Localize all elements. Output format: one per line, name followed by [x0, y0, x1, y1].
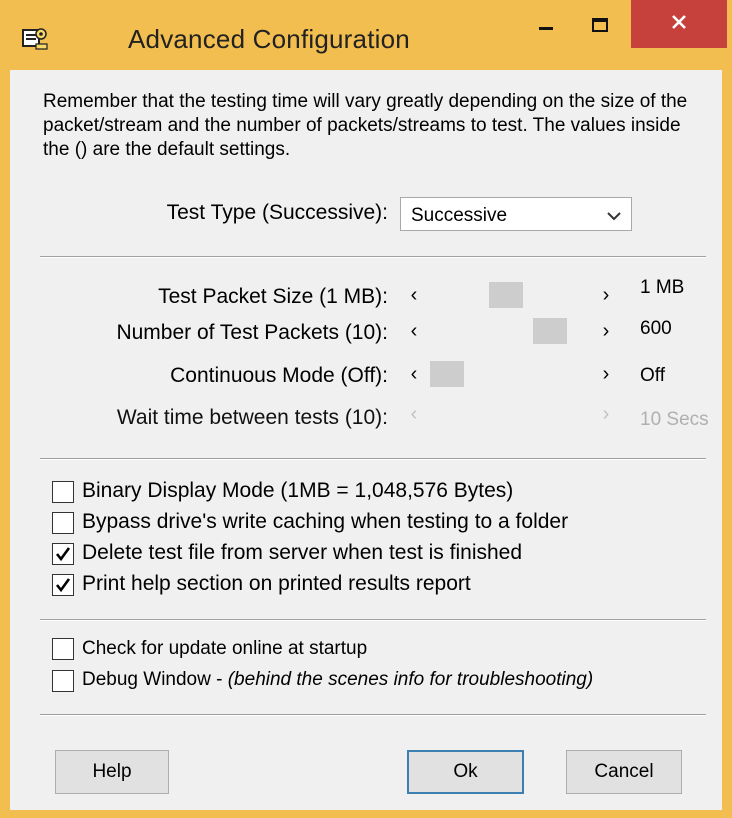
chevron-down-icon	[607, 208, 621, 221]
window-title: Advanced Configuration	[128, 24, 410, 54]
minimize-button[interactable]	[520, 0, 572, 54]
packet-count-scrollbar[interactable]: ‹ ›	[404, 318, 616, 344]
cancel-button[interactable]: Cancel	[566, 750, 682, 794]
debug-window-label: Debug Window - (behind the scenes info f…	[82, 669, 593, 691]
scroll-thumb[interactable]	[430, 361, 464, 387]
dialog-client-area	[10, 70, 722, 810]
print-help-label: Print help section on printed results re…	[82, 572, 471, 595]
bypass-caching-label: Bypass drive's write caching when testin…	[82, 510, 569, 533]
maximize-icon	[592, 17, 608, 37]
scroll-left-icon[interactable]: ‹	[404, 282, 424, 308]
scroll-left-icon[interactable]: ‹	[404, 318, 424, 344]
packet-size-label: Test Packet Size (1 MB):	[158, 285, 388, 308]
check-update-label: Check for update online at startup	[82, 638, 368, 659]
debug-window-note: (behind the scenes info for troubleshoot…	[227, 669, 594, 690]
packet-count-label: Number of Test Packets (10):	[116, 321, 388, 344]
scroll-left-icon: ‹	[410, 402, 418, 425]
binary-display-label: Binary Display Mode (1MB = 1,048,576 Byt…	[82, 479, 514, 502]
intro-text: Remember that the testing time will vary…	[43, 91, 688, 160]
scroll-right-icon[interactable]: ›	[596, 361, 616, 387]
continuous-mode-scrollbar[interactable]: ‹ ›	[404, 361, 616, 387]
wait-time-value: 10 Secs	[640, 409, 709, 430]
scroll-right-icon: ›	[602, 402, 610, 425]
packet-count-value: 600	[640, 318, 672, 339]
separator	[40, 619, 706, 621]
ok-button[interactable]: Ok	[407, 750, 524, 794]
delete-test-file-checkbox[interactable]	[52, 543, 74, 565]
help-button[interactable]: Help	[55, 750, 169, 794]
wait-time-label: Wait time between tests (10):	[116, 406, 388, 429]
scroll-thumb[interactable]	[533, 318, 567, 344]
binary-display-checkbox[interactable]	[52, 481, 74, 503]
print-help-checkbox[interactable]	[52, 574, 74, 596]
continuous-mode-value: Off	[640, 365, 665, 386]
app-gear-icon[interactable]	[22, 26, 48, 50]
scroll-right-icon[interactable]: ›	[596, 282, 616, 308]
separator	[40, 256, 706, 258]
minimize-icon	[539, 18, 553, 36]
packet-size-value: 1 MB	[640, 277, 685, 298]
separator	[40, 714, 706, 716]
scroll-thumb[interactable]	[489, 282, 523, 308]
maximize-button[interactable]	[580, 0, 620, 54]
scroll-right-icon[interactable]: ›	[596, 318, 616, 344]
delete-test-file-label: Delete test file from server when test i…	[82, 541, 523, 564]
debug-window-text: Debug Window -	[82, 669, 228, 690]
bypass-caching-checkbox[interactable]	[52, 512, 74, 534]
separator	[40, 458, 706, 460]
test-type-select[interactable]: Successive	[400, 197, 632, 231]
checkmark-icon	[55, 578, 71, 593]
dialog-window: Advanced Configuration Remember that the…	[0, 0, 732, 818]
packet-size-scrollbar[interactable]: ‹ ›	[404, 282, 616, 308]
title-bar[interactable]: Advanced Configuration	[0, 0, 732, 70]
scroll-left-icon[interactable]: ‹	[404, 361, 424, 387]
check-update-checkbox[interactable]	[52, 638, 74, 660]
test-type-value: Successive	[411, 205, 508, 226]
debug-window-checkbox[interactable]	[52, 670, 74, 692]
checkmark-icon	[55, 547, 71, 562]
close-button[interactable]	[631, 0, 727, 48]
wait-time-scrollbar: ‹ ›	[404, 401, 616, 427]
continuous-mode-label: Continuous Mode (Off):	[170, 364, 388, 387]
close-icon	[671, 14, 687, 35]
test-type-label: Test Type (Successive):	[166, 201, 388, 224]
